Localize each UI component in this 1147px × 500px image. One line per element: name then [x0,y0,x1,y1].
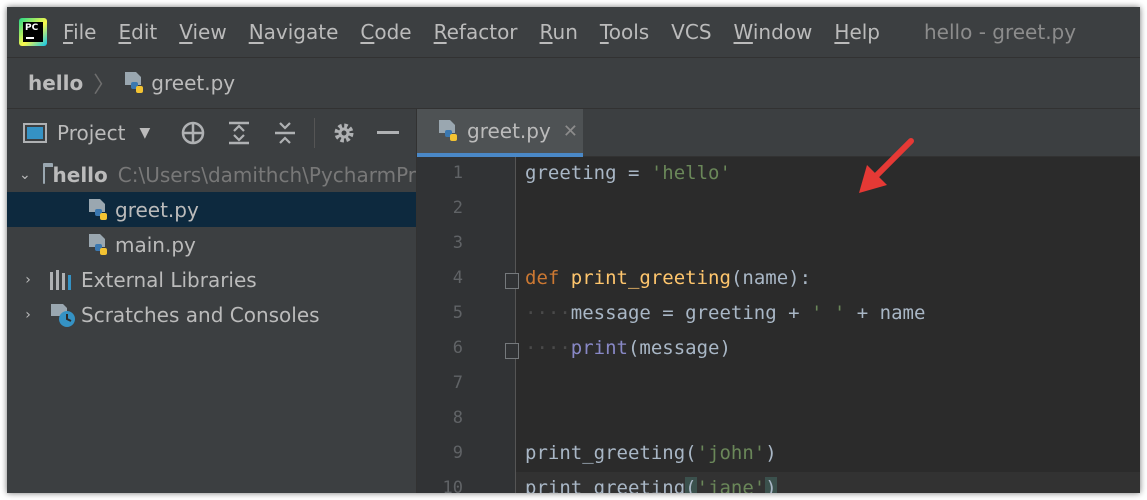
menu-bar: PC File Edit View Navigate Code Refactor… [7,7,1140,57]
code-editor[interactable]: 1 2 3 4 5 6 7 8 9 10 greeting = 'hello' … [417,157,1140,493]
code-line-1: greeting = 'hello' [525,162,731,184]
tree-item-label: main.py [115,232,196,257]
menu-window[interactable]: Window [734,20,813,44]
python-file-icon [125,72,144,93]
menu-help[interactable]: Help [834,20,880,44]
line-number: 1 [452,163,463,183]
expand-all-icon[interactable] [226,120,252,146]
project-panel-title[interactable]: Project [57,121,125,145]
line-number: 7 [452,373,463,393]
code-line-6: ····print(message) [525,337,731,359]
chevron-down-icon[interactable]: ▼ [139,125,150,141]
line-number: 4 [452,268,463,288]
breadcrumb-separator-icon: 〉 [93,73,116,98]
menu-edit[interactable]: Edit [118,20,157,44]
menu-refactor[interactable]: Refactor [434,20,518,44]
tree-item-external-libraries[interactable]: › External Libraries [7,262,416,297]
menu-run[interactable]: Run [540,20,578,44]
python-file-icon [89,198,107,220]
chevron-right-icon[interactable]: › [19,272,37,288]
hide-icon[interactable] [375,120,401,146]
project-root-path: C:\Users\damithch\PycharmPr [117,162,416,187]
chevron-right-icon[interactable]: › [19,307,37,323]
line-number: 10 [442,478,463,493]
code-line-10: print_greeting('jane') [525,477,777,493]
toolbar-divider [314,118,316,148]
line-number: 6 [452,338,463,358]
editor-tab-bar: greet.py ✕ [417,109,1140,157]
python-file-icon [89,233,107,255]
breadcrumb-file[interactable]: greet.py [151,71,235,95]
scratches-icon [51,303,75,327]
project-tree: ⌄ hello C:\Users\damithch\PycharmPr gree… [7,157,416,332]
chevron-down-icon[interactable]: ⌄ [19,167,31,183]
project-panel: Project ▼ ⌄ hello C:\Users\damithch\Pych… [7,109,417,493]
code-line-4: def print_greeting(name): [525,267,812,289]
menu-view[interactable]: View [179,20,226,44]
project-panel-header: Project ▼ [7,109,416,157]
code-line-5: ····message = greeting + ' ' + name [525,302,926,324]
line-number: 5 [452,303,463,323]
menu-navigate[interactable]: Navigate [249,20,339,44]
menu-file[interactable]: File [63,20,96,44]
annotation-arrow-icon [859,138,914,193]
navigation-bar: hello 〉 greet.py [7,57,1140,109]
pycharm-logo-icon: PC [19,18,47,46]
locate-icon[interactable] [180,120,206,146]
menu-code[interactable]: Code [360,20,411,44]
library-icon [50,269,71,290]
fold-marker-icon[interactable] [505,343,519,359]
menu-vcs[interactable]: VCS [671,20,711,44]
line-number: 9 [452,443,463,463]
tree-item-label: External Libraries [81,267,257,292]
tab-label: greet.py [467,119,551,143]
project-root-name: hello [52,162,108,187]
breadcrumb-project[interactable]: hello [28,71,83,95]
tab-greet-py[interactable]: greet.py ✕ [417,109,583,157]
code-line-9: print_greeting('john') [525,442,777,464]
ide-window: PC File Edit View Navigate Code Refactor… [7,7,1140,493]
project-window-icon [23,123,47,143]
gutter-divider [515,157,516,493]
tree-item-scratches[interactable]: › Scratches and Consoles [7,297,416,332]
close-icon[interactable]: ✕ [563,121,578,142]
folder-icon [42,162,52,184]
tree-item-greet-py[interactable]: greet.py [7,192,416,227]
tree-item-label: greet.py [115,197,199,222]
window-title: hello - greet.py [924,20,1077,44]
tree-item-project-root[interactable]: ⌄ hello C:\Users\damithch\PycharmPr [7,157,416,192]
fold-marker-icon[interactable] [505,273,519,289]
tree-item-main-py[interactable]: main.py [7,227,416,262]
line-number: 2 [452,198,463,218]
line-number: 3 [452,233,463,253]
tree-item-label: Scratches and Consoles [81,302,320,327]
collapse-all-icon[interactable] [272,120,298,146]
line-number: 8 [452,408,463,428]
gear-icon[interactable] [331,120,357,146]
menu-tools[interactable]: Tools [600,20,649,44]
python-file-icon [439,120,457,141]
